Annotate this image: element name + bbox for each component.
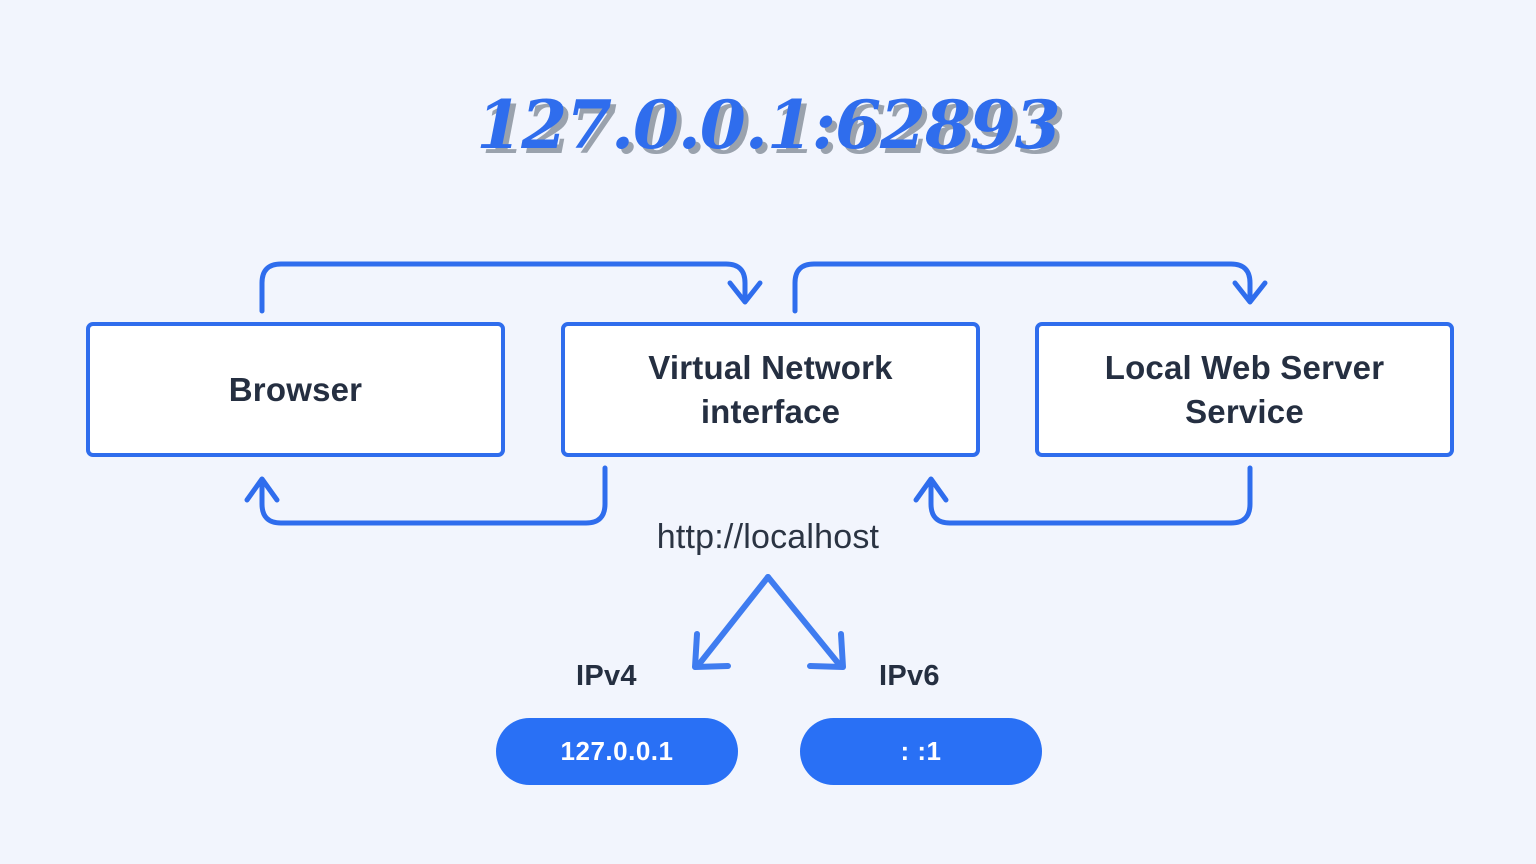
page-title: 127.0.0.1:62893 [476, 86, 1060, 164]
node-server-label-line1: Local Web Server [1104, 348, 1385, 386]
node-browser-label: Browser [228, 370, 363, 408]
ipv4-address-pill[interactable]: 127.0.0.1 [496, 718, 738, 785]
node-vni-label-line2: interface [700, 392, 841, 430]
node-server-label: Local Web Server Service [1105, 346, 1385, 434]
node-server-label-line2: Service [1185, 392, 1304, 430]
connector-server-to-vni [913, 465, 1253, 526]
connector-localhost-to-ipv4 [692, 574, 771, 670]
node-local-web-server-service[interactable]: Local Web Server Service [1035, 322, 1454, 457]
ipv4-caption: IPv4 [576, 660, 637, 692]
ipv6-address-label: : :1 [900, 736, 942, 766]
node-vni-label-line1: Virtual Network [648, 348, 893, 386]
connector-vni-to-browser [244, 465, 608, 526]
connector-browser-to-vni [259, 261, 763, 314]
connector-localhost-to-ipv6 [765, 574, 846, 670]
ipv6-address-pill[interactable]: : :1 [800, 718, 1042, 785]
node-browser[interactable]: Browser [86, 322, 505, 457]
ipv4-address-label: 127.0.0.1 [560, 736, 674, 766]
localhost-url-label: http://localhost [656, 518, 880, 556]
node-virtual-network-interface[interactable]: Virtual Network interface [561, 322, 980, 457]
node-vni-label: Virtual Network interface [648, 346, 892, 434]
ipv6-caption: IPv6 [879, 660, 940, 692]
diagram-canvas: 127.0.0.1:62893 .conn { fill: none; stro… [0, 0, 1536, 864]
connector-vni-to-server [792, 261, 1268, 314]
